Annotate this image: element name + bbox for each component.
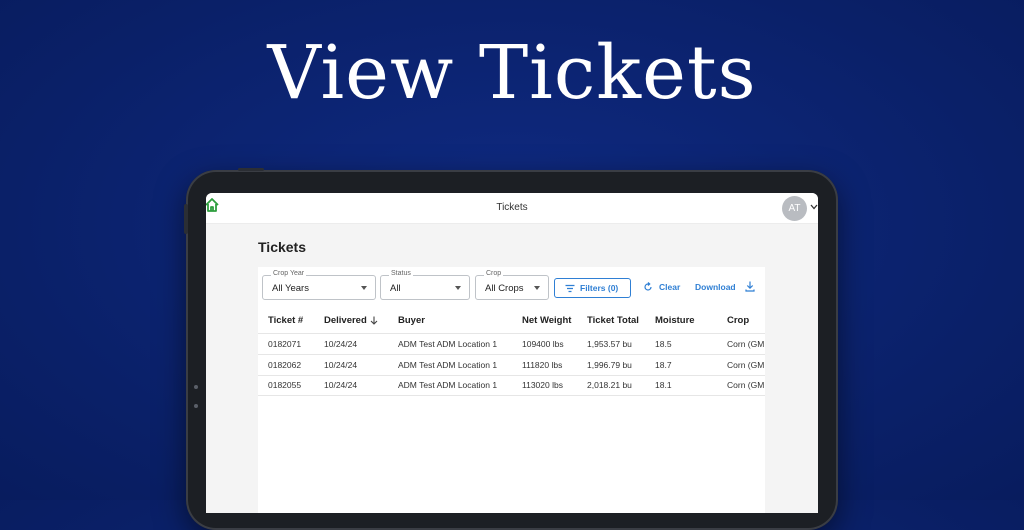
table-cell-moisture: 18.1 bbox=[655, 380, 672, 390]
topbar-title: Tickets bbox=[496, 202, 528, 213]
table-cell-ticket-total: 1,953.57 bu bbox=[587, 339, 632, 349]
filter-icon bbox=[565, 284, 575, 293]
column-header-crop[interactable]: Crop bbox=[727, 315, 749, 326]
clear-button[interactable]: Clear bbox=[643, 281, 685, 295]
table-cell-ticket[interactable]: 0182071 bbox=[268, 339, 301, 349]
download-button-label: Download bbox=[695, 282, 736, 292]
table-cell-net-weight: 113020 lbs bbox=[522, 380, 563, 390]
status-value: All bbox=[390, 283, 401, 294]
app-screen: Tickets AT Tickets Crop Year All Years S… bbox=[206, 193, 818, 513]
clear-button-label: Clear bbox=[659, 282, 681, 292]
dropdown-arrow-icon bbox=[534, 286, 540, 290]
filters-button-label: Filters (0) bbox=[580, 283, 619, 293]
tablet-sensor bbox=[194, 385, 198, 389]
download-icon bbox=[745, 281, 755, 292]
page-title: Tickets bbox=[258, 239, 306, 255]
row-divider bbox=[258, 395, 765, 396]
column-header-ticket[interactable]: Ticket # bbox=[268, 315, 303, 326]
table-cell-delivered: 10/24/24 bbox=[324, 360, 358, 370]
status-select[interactable]: Status All bbox=[380, 270, 470, 300]
avatar[interactable]: AT bbox=[782, 196, 807, 221]
status-label: Status bbox=[389, 270, 413, 277]
table-cell-moisture: 18.5 bbox=[655, 339, 672, 349]
column-header-ticket-total[interactable]: Ticket Total bbox=[587, 315, 639, 326]
table-cell-net-weight: 111820 lbs bbox=[522, 360, 563, 370]
crop-label: Crop bbox=[484, 270, 504, 277]
tickets-panel: Crop Year All Years Status All Crop All … bbox=[258, 267, 765, 513]
header-divider bbox=[258, 333, 765, 334]
refresh-icon bbox=[644, 282, 652, 291]
crop-year-label: Crop Year bbox=[271, 270, 307, 277]
table-cell-net-weight: 109400 lbs bbox=[522, 339, 564, 349]
filters-button[interactable]: Filters (0) bbox=[554, 278, 631, 298]
table-cell-moisture: 18.7 bbox=[655, 360, 672, 370]
tablet-volume-button bbox=[184, 204, 188, 234]
crop-year-select[interactable]: Crop Year All Years bbox=[262, 270, 376, 300]
table-cell-delivered: 10/24/24 bbox=[324, 339, 358, 349]
crop-value: All Crops bbox=[485, 283, 524, 294]
column-header-delivered[interactable]: Delivered bbox=[324, 315, 367, 326]
crop-select[interactable]: Crop All Crops bbox=[475, 270, 549, 300]
table-cell-buyer: ADM Test ADM Location 1 bbox=[398, 339, 498, 349]
table-cell-ticket-total: 2,018.21 bu bbox=[587, 380, 632, 390]
table-cell-crop: Corn (GM bbox=[727, 380, 765, 390]
sort-arrow-down-icon[interactable] bbox=[370, 316, 378, 325]
row-divider bbox=[258, 354, 765, 355]
crop-year-value: All Years bbox=[272, 283, 309, 294]
table-cell-ticket-total: 1,996.79 bu bbox=[587, 360, 632, 370]
download-button[interactable]: Download bbox=[695, 281, 757, 295]
dropdown-arrow-icon bbox=[361, 286, 367, 290]
table-cell-buyer: ADM Test ADM Location 1 bbox=[398, 360, 498, 370]
table-cell-buyer: ADM Test ADM Location 1 bbox=[398, 380, 498, 390]
hero-title: View Tickets bbox=[267, 30, 757, 116]
table-cell-ticket[interactable]: 0182062 bbox=[268, 360, 301, 370]
row-divider bbox=[258, 375, 765, 376]
table-cell-ticket[interactable]: 0182055 bbox=[268, 380, 301, 390]
dropdown-arrow-icon bbox=[455, 286, 461, 290]
tablet-sensor bbox=[194, 404, 198, 408]
tablet-side-button bbox=[238, 168, 264, 171]
chevron-down-icon[interactable] bbox=[810, 204, 818, 210]
table-cell-crop: Corn (GM bbox=[727, 339, 765, 349]
table-cell-delivered: 10/24/24 bbox=[324, 380, 358, 390]
column-header-net-weight[interactable]: Net Weight bbox=[522, 315, 571, 326]
column-header-moisture[interactable]: Moisture bbox=[655, 315, 695, 326]
column-header-buyer[interactable]: Buyer bbox=[398, 315, 425, 326]
table-cell-crop: Corn (GM bbox=[727, 360, 765, 370]
top-bar: Tickets AT bbox=[206, 193, 818, 224]
